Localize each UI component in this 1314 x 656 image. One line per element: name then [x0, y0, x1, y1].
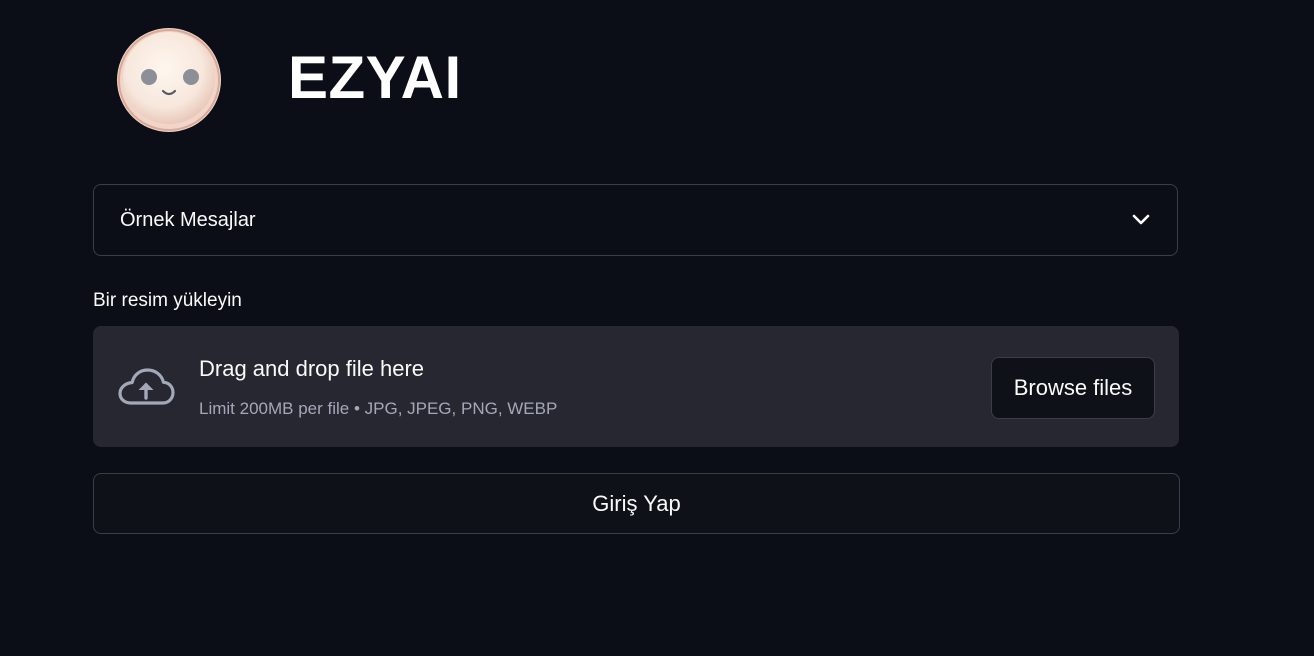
dropzone-limit-text: Limit 200MB per file • JPG, JPEG, PNG, W…: [199, 399, 558, 418]
examples-expander-label: Örnek Mesajlar: [120, 208, 256, 231]
login-button[interactable]: Giriş Yap: [93, 473, 1180, 534]
chevron-down-icon: [1131, 210, 1151, 230]
file-dropzone[interactable]: Drag and drop file here Limit 200MB per …: [93, 326, 1179, 447]
smiley-face-icon: [114, 27, 224, 133]
app-title: EZYAI: [288, 44, 462, 111]
browse-files-button[interactable]: Browse files: [991, 357, 1155, 419]
app-page: EZYAI Örnek Mesajlar Bir resim yükleyin …: [0, 0, 1314, 656]
dropzone-title: Drag and drop file here: [199, 356, 425, 381]
cloud-upload-icon: [117, 367, 175, 407]
file-uploader-label: Bir resim yükleyin: [93, 290, 242, 311]
examples-expander[interactable]: Örnek Mesajlar: [93, 184, 1178, 256]
